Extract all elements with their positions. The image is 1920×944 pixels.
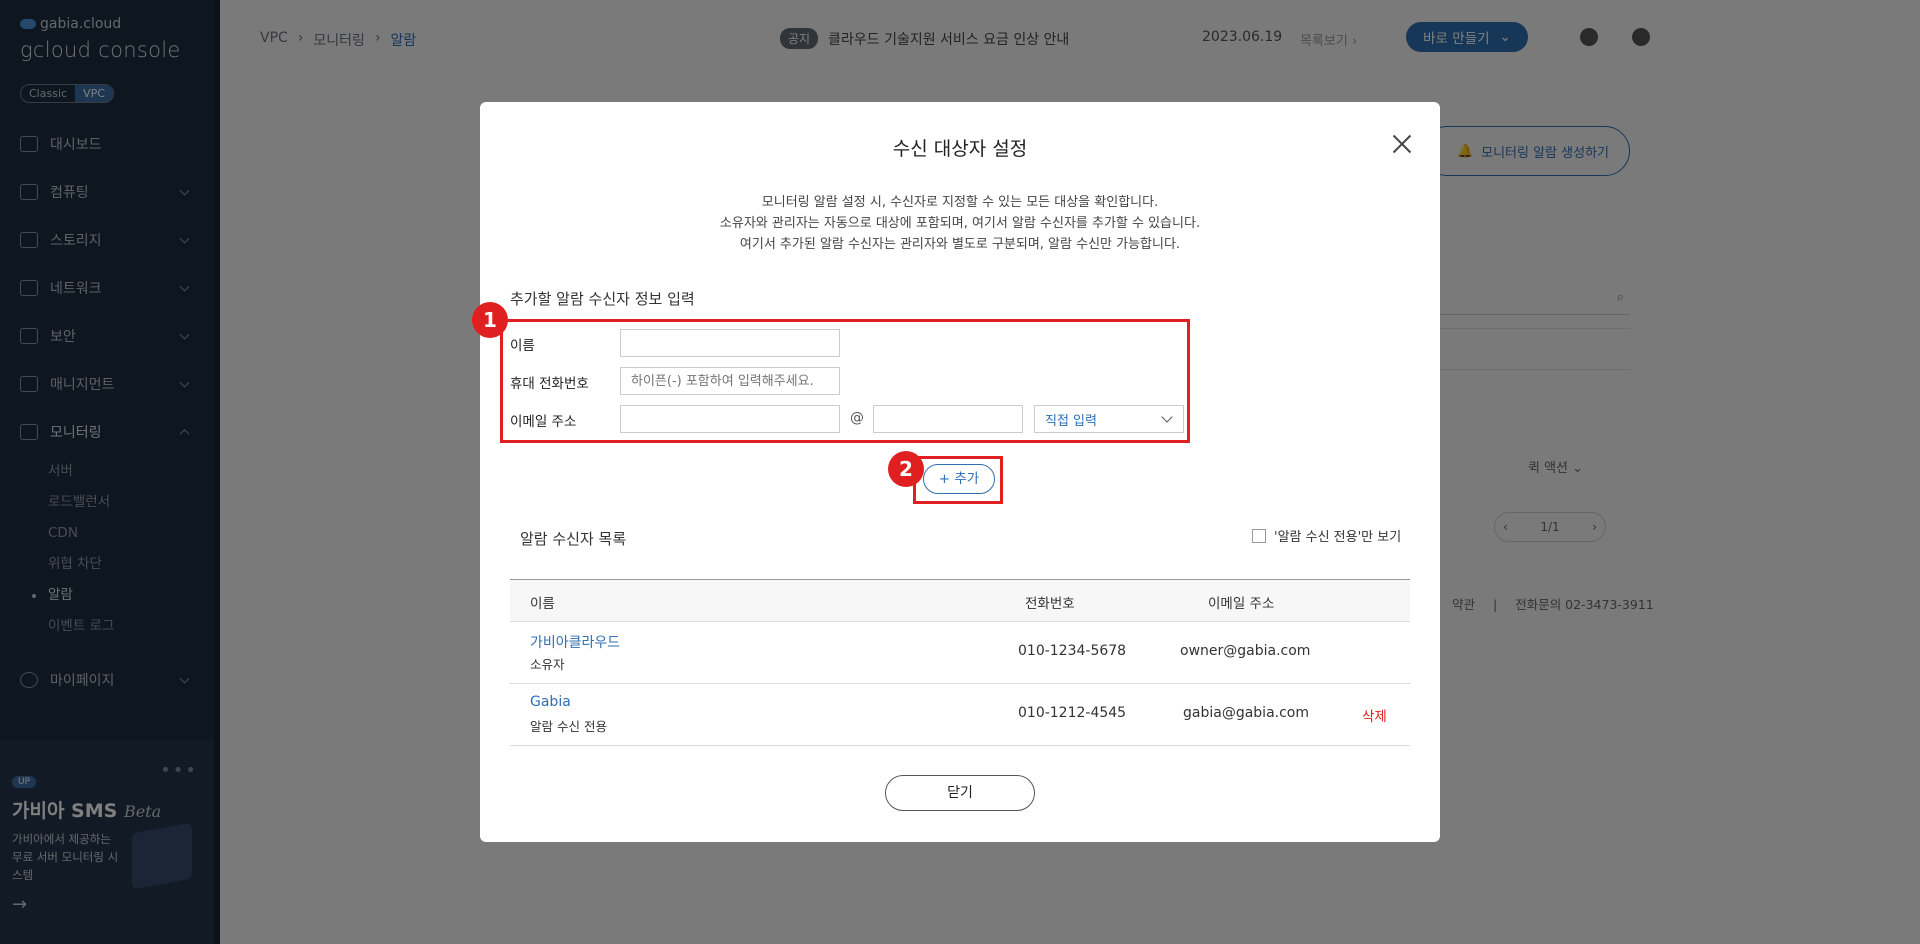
header-email: 이메일 주소 bbox=[1208, 596, 1275, 612]
description-line: 모니터링 알람 설정 시, 수신자로 지정할 수 있는 모든 대상을 확인합니다… bbox=[761, 195, 1159, 210]
step-marker-1: 1 bbox=[472, 302, 508, 338]
email-local-input[interactable] bbox=[620, 405, 840, 433]
recipient-phone: 010-1234-5678 bbox=[1018, 643, 1127, 659]
step-marker-2: 2 bbox=[888, 451, 924, 487]
header-name: 이름 bbox=[530, 596, 555, 612]
header-phone: 전화번호 bbox=[1025, 596, 1075, 612]
alarm-only-label: '알람 수신 전용'만 보기 bbox=[1274, 530, 1402, 545]
table-header: 이름 전화번호 이메일 주소 bbox=[510, 580, 1410, 622]
name-label: 이름 bbox=[510, 338, 535, 354]
alarm-only-filter[interactable]: '알람 수신 전용'만 보기 bbox=[1252, 526, 1401, 545]
phone-label: 휴대 전화번호 bbox=[510, 376, 589, 392]
email-label: 이메일 주소 bbox=[510, 414, 577, 430]
recipient-name-link[interactable]: 가비아클라우드 bbox=[530, 632, 620, 652]
form-section-title: 추가할 알람 수신자 정보 입력 bbox=[510, 290, 695, 308]
recipient-settings-modal: 수신 대상자 설정 모니터링 알람 설정 시, 수신자로 지정할 수 있는 모든… bbox=[472, 102, 1440, 842]
phone-input[interactable] bbox=[620, 367, 840, 395]
email-domain-input[interactable] bbox=[873, 405, 1023, 433]
modal-title: 수신 대상자 설정 bbox=[892, 138, 1028, 160]
recipient-table: 이름 전화번호 이메일 주소 가비아클라우드 소유자 010-1234-5678… bbox=[510, 579, 1410, 746]
recipient-email: gabia@gabia.com bbox=[1183, 705, 1309, 721]
recipient-name-link[interactable]: Gabia bbox=[530, 694, 571, 710]
recipient-email: owner@gabia.com bbox=[1180, 643, 1311, 659]
recipient-list-title: 알람 수신자 목록 bbox=[520, 530, 627, 548]
email-domain-select-value: 직접 입력 bbox=[1045, 414, 1097, 429]
description-line: 소유자와 관리자는 자동으로 대상에 포함되며, 여기서 알람 수신자를 추가할… bbox=[719, 216, 1201, 231]
email-domain-select[interactable]: 직접 입력 bbox=[1034, 405, 1184, 433]
modal-description: 모니터링 알람 설정 시, 수신자로 지정할 수 있는 모든 대상을 확인합니다… bbox=[480, 192, 1440, 255]
close-button[interactable]: 닫기 bbox=[885, 775, 1035, 811]
add-recipient-button[interactable]: + 추가 bbox=[923, 464, 995, 494]
alarm-only-checkbox[interactable] bbox=[1252, 528, 1266, 543]
recipient-phone: 010-1212-4545 bbox=[1018, 705, 1127, 721]
chevron-down-icon bbox=[1161, 411, 1173, 423]
delete-recipient-button[interactable]: 삭제 bbox=[1362, 705, 1387, 725]
table-row: 가비아클라우드 소유자 010-1234-5678 owner@gabia.co… bbox=[510, 622, 1410, 684]
close-icon[interactable] bbox=[1390, 132, 1414, 156]
table-row: Gabia 알람 수신 전용 010-1212-4545 gabia@gabia… bbox=[510, 684, 1410, 746]
recipient-role: 소유자 bbox=[530, 657, 565, 672]
name-input[interactable] bbox=[620, 329, 840, 357]
recipient-role: 알람 수신 전용 bbox=[530, 719, 607, 734]
email-at-symbol: @ bbox=[850, 410, 864, 426]
description-line: 여기서 추가된 알람 수신자는 관리자와 별도로 구분되며, 알람 수신만 가능… bbox=[739, 237, 1181, 252]
